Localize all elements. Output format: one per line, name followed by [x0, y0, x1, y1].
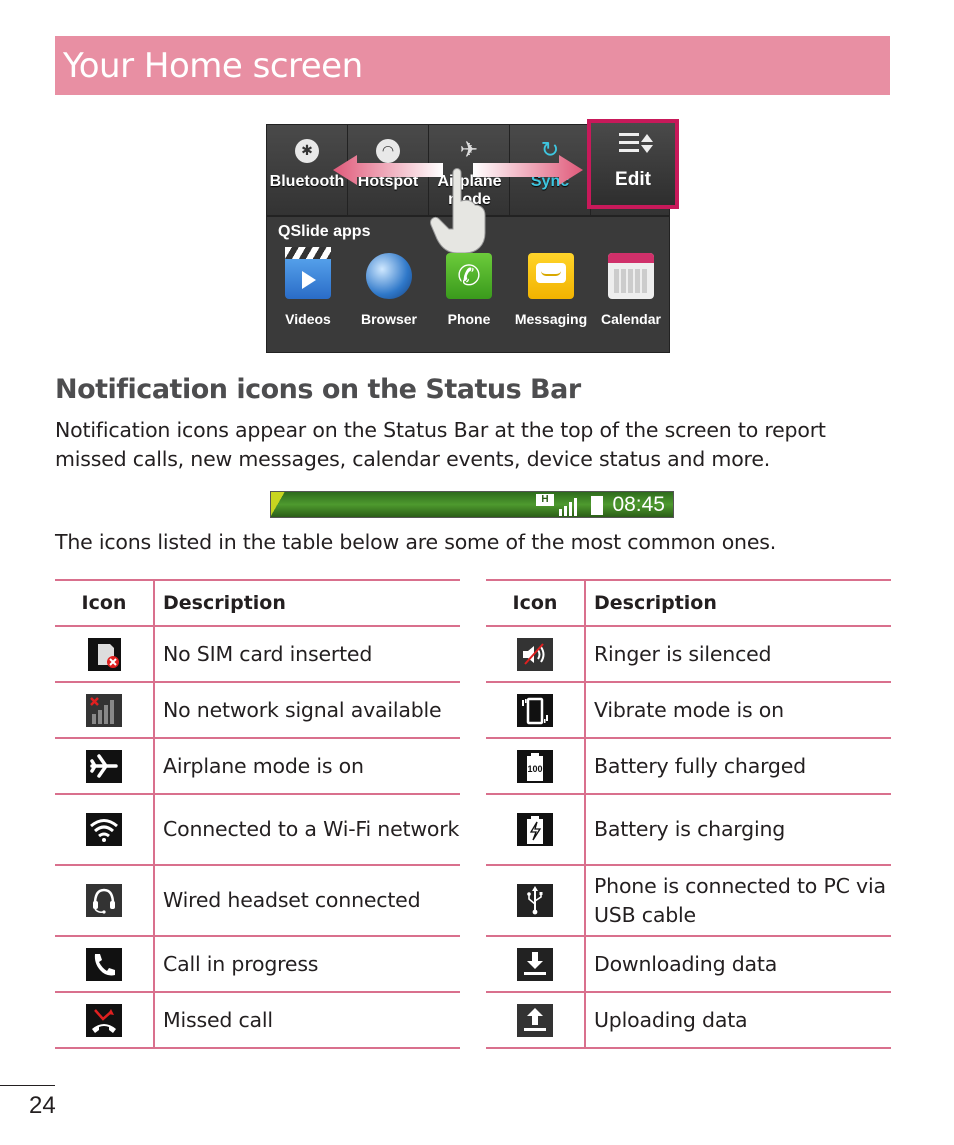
column-header-icon: Icon — [486, 579, 586, 627]
calendar-icon — [608, 253, 654, 299]
battery-icon — [591, 496, 603, 515]
battery-charging-icon — [517, 813, 553, 846]
phone-screenshot: ✱ Bluetooth ◠ Hotspot ✈ Airplane mode ↻ … — [266, 119, 679, 353]
table-row: Uploading data — [486, 991, 891, 1049]
description: Downloading data — [585, 935, 891, 993]
ringer-silenced-icon — [517, 637, 553, 671]
app-browser[interactable]: Browser — [349, 253, 429, 327]
wallpaper-corner — [271, 492, 301, 517]
column-header-description: Description — [585, 579, 891, 627]
icon-table-left: Icon Description No SIM card inserted No… — [55, 579, 460, 1049]
section-heading: Notification icons on the Status Bar — [55, 374, 581, 405]
videos-icon — [285, 247, 331, 299]
column-header-description: Description — [154, 579, 460, 627]
table-intro: The icons listed in the table below are … — [55, 530, 777, 554]
description: Airplane mode is on — [154, 737, 460, 795]
description: No network signal available — [154, 681, 460, 739]
description: Call in progress — [154, 935, 460, 993]
icon-table-right: Icon Description Ringer is silenced Vibr… — [486, 579, 891, 1049]
status-bar-time: 08:45 — [612, 493, 665, 516]
no-sim-icon — [87, 637, 121, 671]
table-row: Downloading data — [486, 935, 891, 993]
description: Wired headset connected — [154, 864, 460, 937]
description: Ringer is silenced — [585, 625, 891, 683]
bluetooth-icon: ✱ — [295, 139, 319, 163]
table-row: Wired headset connected — [55, 864, 460, 937]
page-title: Your Home screen — [63, 46, 363, 86]
app-label: Phone — [447, 311, 491, 327]
column-header-icon: Icon — [55, 579, 155, 627]
table-row: Phone is connected to PC via USB cable — [486, 864, 891, 937]
description: Battery fully charged — [585, 737, 891, 795]
app-label: Videos — [285, 311, 331, 327]
description: Battery is charging — [585, 793, 891, 866]
call-icon — [86, 947, 122, 981]
messaging-icon — [528, 253, 574, 299]
table-row: Vibrate mode is on — [486, 681, 891, 739]
edit-label: Edit — [615, 169, 651, 190]
browser-icon — [366, 253, 412, 299]
table-row: Call in progress — [55, 935, 460, 993]
table-row: No network signal available — [55, 681, 460, 739]
network-type-icon: H — [536, 494, 554, 506]
description: No SIM card inserted — [154, 625, 460, 683]
app-label: Browser — [360, 311, 418, 327]
vibrate-icon — [517, 693, 553, 727]
app-calendar[interactable]: Calendar — [591, 253, 671, 327]
table-row: 100 Battery fully charged — [486, 737, 891, 795]
quick-settings-bar: ✱ Bluetooth ◠ Hotspot ✈ Airplane mode ↻ … — [267, 119, 679, 253]
section-banner: Your Home screen — [55, 36, 890, 95]
no-signal-icon — [86, 693, 122, 727]
touch-hand-icon — [430, 168, 486, 253]
description: Vibrate mode is on — [585, 681, 891, 739]
table-row: Battery is charging — [486, 793, 891, 866]
missed-call-icon — [86, 1003, 122, 1037]
edit-sort-icon — [619, 133, 653, 153]
signal-icon — [559, 498, 577, 516]
app-label: Messaging — [514, 311, 588, 327]
status-bar-example: H 08:45 — [270, 491, 674, 518]
edit-button[interactable]: Edit — [587, 119, 679, 209]
wifi-icon — [86, 813, 122, 846]
app-messaging[interactable]: Messaging — [511, 253, 591, 327]
airplane-mode-icon — [86, 749, 122, 783]
usb-icon — [517, 884, 553, 917]
app-phone[interactable]: ✆ Phone — [429, 253, 509, 327]
upload-icon — [517, 1003, 553, 1037]
description: Phone is connected to PC via USB cable — [585, 864, 891, 937]
intro-paragraph: Notification icons appear on the Status … — [55, 418, 826, 471]
download-icon — [517, 947, 553, 981]
footer-rule — [0, 1085, 55, 1086]
table-row: Airplane mode is on — [55, 737, 460, 795]
qslide-title: QSlide apps — [278, 223, 371, 240]
table-row: No SIM card inserted — [55, 625, 460, 683]
app-label: Calendar — [601, 311, 661, 327]
phone-icon: ✆ — [446, 253, 492, 299]
page-number: 24 — [29, 1092, 56, 1119]
description: Uploading data — [585, 991, 891, 1049]
table-row: Ringer is silenced — [486, 625, 891, 683]
battery-full-icon: 100 — [517, 749, 553, 783]
app-videos[interactable]: Videos — [268, 247, 348, 327]
table-row: Connected to a Wi-Fi network — [55, 793, 460, 866]
table-row: Missed call — [55, 991, 460, 1049]
description: Missed call — [154, 991, 460, 1049]
battery-level-label: 100 — [527, 764, 542, 774]
description: Connected to a Wi-Fi network — [154, 793, 460, 866]
headset-icon — [86, 884, 122, 917]
